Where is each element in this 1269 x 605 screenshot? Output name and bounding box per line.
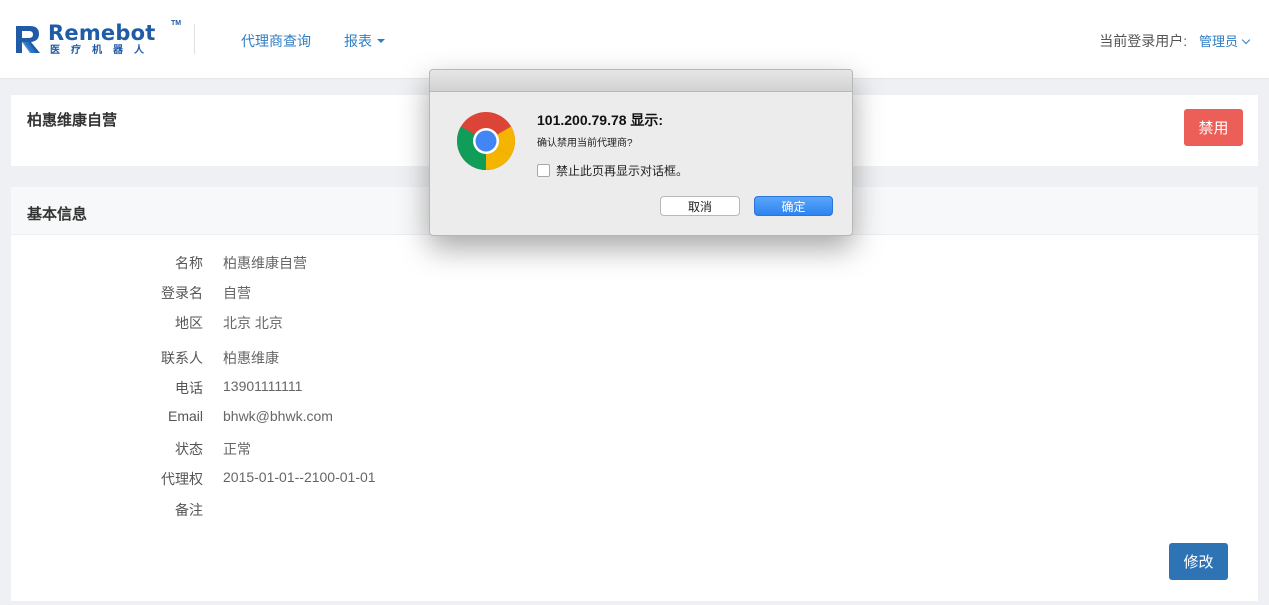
suppress-dialogs-row[interactable]: 禁止此页再显示对话框。 [537,162,688,179]
info-row-region: 地区 北京 北京 [11,313,611,333]
agent-title: 柏惠维康自营 [27,112,118,129]
brand-logo[interactable]: Remebot TM 医疗机器人 [14,20,181,58]
field-label: 名称 [175,255,203,271]
brand-subtitle: 医疗机器人 [50,45,155,56]
field-label: 电话 [175,380,203,396]
user-menu[interactable]: 管理员 [1198,34,1251,49]
info-row-agency-period: 代理权 2015-01-01--2100-01-01 [11,469,611,489]
field-value: 柏惠维康 [223,350,279,366]
info-row-name: 名称 柏惠维康自营 [11,253,611,273]
nav-agent-query[interactable]: 代理商查询 [241,31,311,51]
field-value: 正常 [223,441,251,457]
suppress-dialogs-checkbox[interactable] [537,164,550,177]
user-name: 管理员 [1198,34,1238,49]
basic-info-card: 基本信息 名称 柏惠维康自营 登录名 自营 地区 北京 北京 联系人 柏惠维康 … [11,187,1258,601]
field-value: 2015-01-01--2100-01-01 [223,469,376,485]
field-value: 北京 北京 [223,315,283,331]
field-value: 自营 [223,285,251,301]
chevron-down-icon [1241,35,1251,45]
info-row-remark: 备注 [11,500,611,520]
top-navbar: Remebot TM 医疗机器人 代理商查询 报表 当前登录用户: 管理员 [0,0,1269,79]
field-label: 登录名 [161,285,203,301]
field-label: 联系人 [161,350,203,366]
dialog-message: 确认禁用当前代理商? [537,138,633,149]
field-value: 柏惠维康自营 [223,255,307,271]
brand-trademark: TM [171,20,182,27]
nav-reports-label: 报表 [344,33,372,49]
info-row-status: 状态 正常 [11,439,611,459]
brand-text: Remebot TM 医疗机器人 [48,20,181,56]
info-row-contact: 联系人 柏惠维康 [11,348,611,368]
field-label: 备注 [175,502,203,518]
dialog-title: 101.200.79.78 显示: [537,112,664,128]
info-row-email: Email bhwk@bhwk.com [11,408,611,428]
remebot-logo-icon [16,26,40,53]
field-label: 状态 [175,441,203,457]
confirm-dialog: 101.200.79.78 显示: 确认禁用当前代理商? 禁止此页再显示对话框。… [429,69,853,236]
dialog-cancel-button[interactable]: 取消 [660,196,740,216]
suppress-dialogs-label[interactable]: 禁止此页再显示对话框。 [556,162,688,179]
chrome-icon [457,112,515,170]
nav-divider [194,24,195,54]
field-label: 地区 [175,315,203,331]
field-label: Email [167,408,203,424]
edit-button[interactable]: 修改 [1169,543,1228,580]
section-title: 基本信息 [27,206,88,223]
field-value: bhwk@bhwk.com [223,408,333,424]
field-label: 代理权 [161,471,203,487]
dialog-ok-button[interactable]: 确定 [754,196,833,216]
dialog-titlebar[interactable] [430,70,852,92]
disable-button[interactable]: 禁用 [1184,109,1243,146]
field-value: 13901111111 [223,378,303,394]
info-row-phone: 电话 13901111111 [11,378,611,398]
info-row-login: 登录名 自营 [11,283,611,303]
user-area: 当前登录用户: 管理员 [1099,31,1251,51]
caret-down-icon [377,39,385,44]
nav-reports[interactable]: 报表 [344,31,385,51]
current-user-label: 当前登录用户: [1099,33,1188,49]
